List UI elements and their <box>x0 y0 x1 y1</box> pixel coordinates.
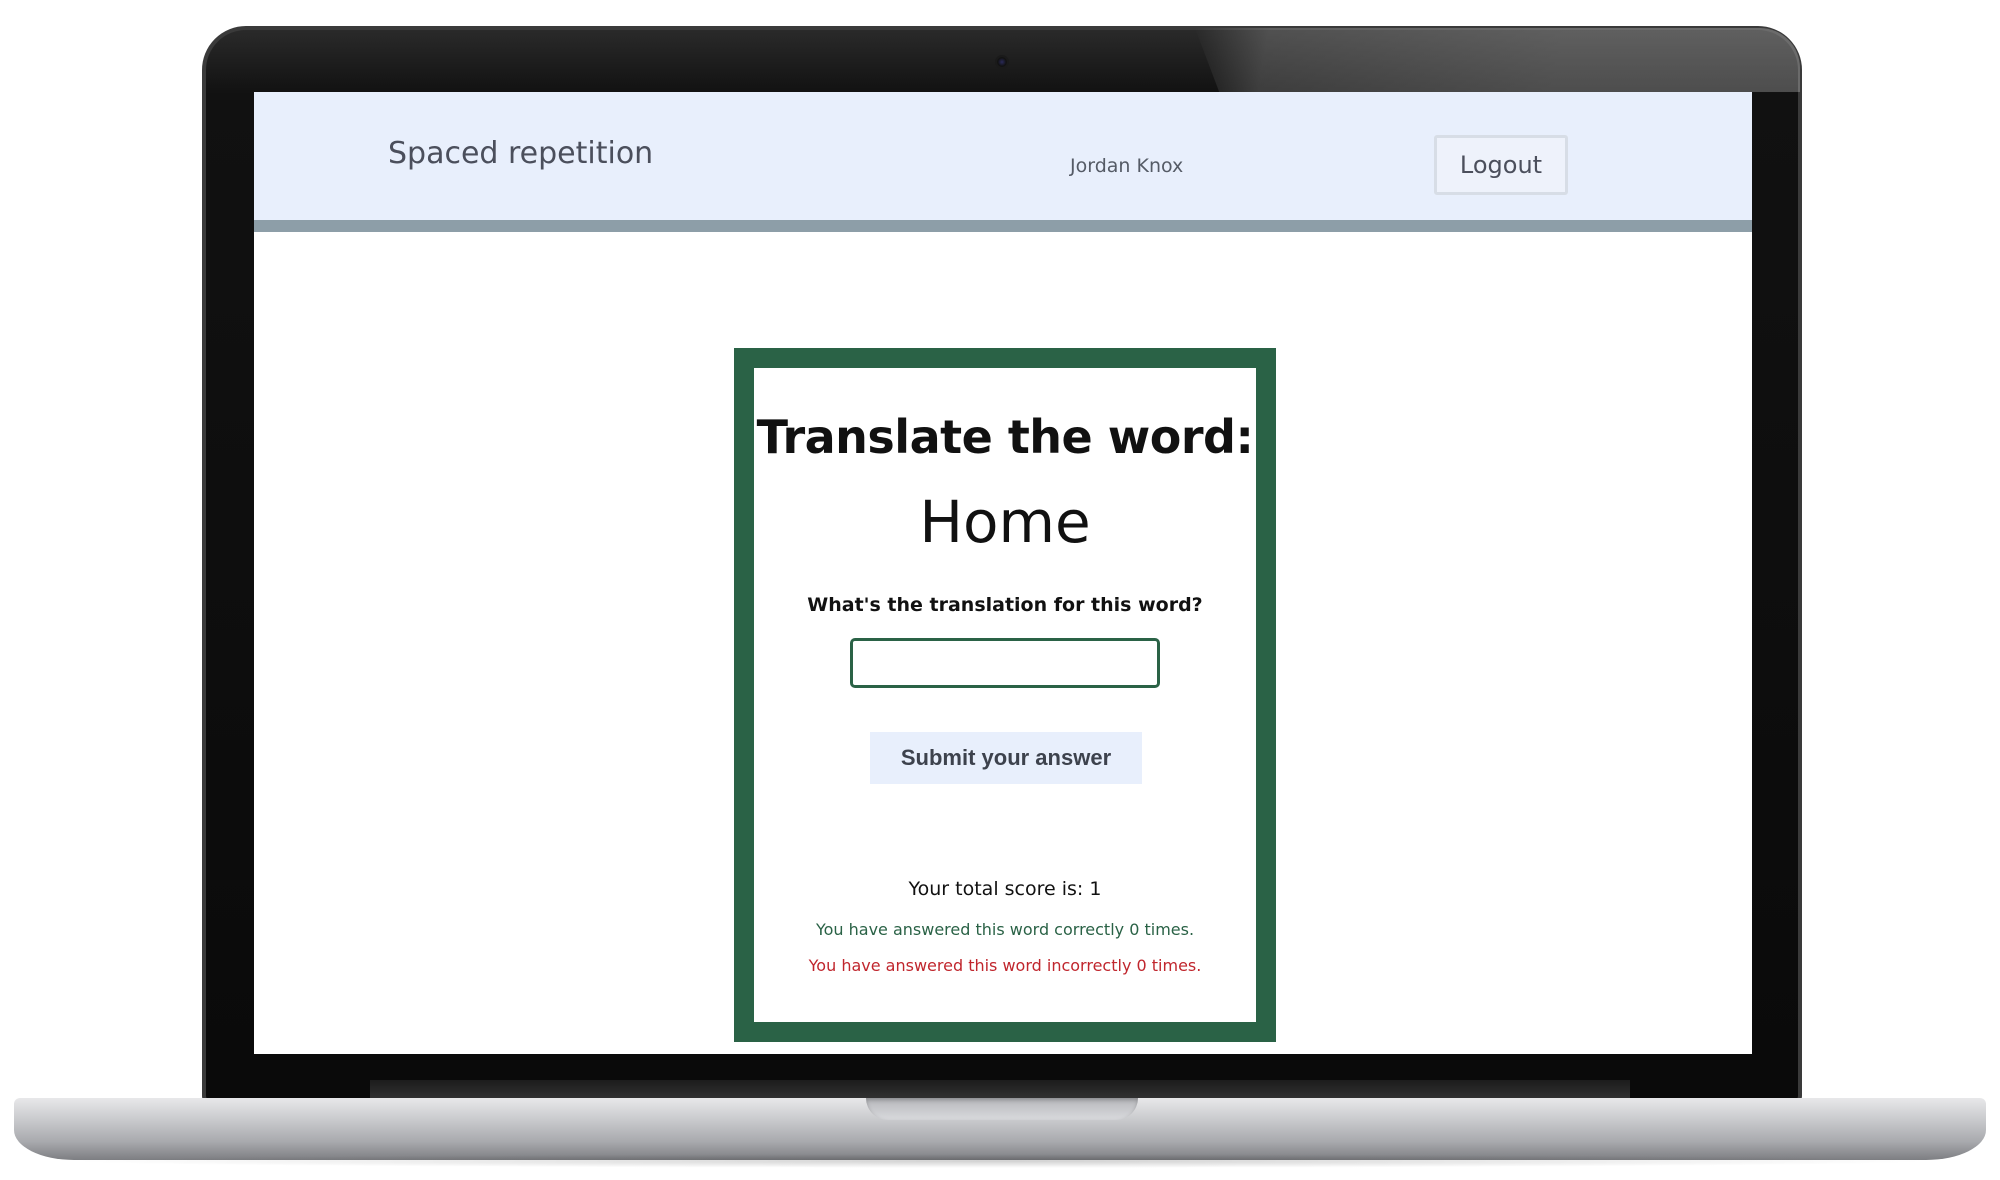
card-heading: Translate the word: <box>756 410 1254 464</box>
total-score: Your total score is: 1 <box>908 878 1102 900</box>
answer-input[interactable] <box>850 638 1160 688</box>
answer-label: What's the translation for this word? <box>807 594 1203 616</box>
learning-card: Translate the word: Home What's the tran… <box>734 348 1276 1042</box>
app-header: Spaced repetition Jordan Knox Logout <box>254 92 1752 220</box>
header-divider <box>254 220 1752 232</box>
correct-count: You have answered this word correctly 0 … <box>815 920 1195 939</box>
laptop-hinge <box>370 1080 1630 1100</box>
word-to-translate: Home <box>919 488 1091 556</box>
incorrect-count: You have answered this word incorrectly … <box>808 956 1202 975</box>
laptop-shadow <box>60 1154 1940 1168</box>
user-name: Jordan Knox <box>1070 155 1184 177</box>
app-title[interactable]: Spaced repetition <box>388 136 653 171</box>
logout-button[interactable]: Logout <box>1434 135 1568 195</box>
laptop-screen: Spaced repetition Jordan Knox Logout Tra… <box>254 92 1752 1054</box>
lid-glare <box>1195 28 1800 92</box>
laptop-notch <box>866 1098 1138 1120</box>
submit-answer-button[interactable]: Submit your answer <box>870 732 1142 784</box>
webcam-icon <box>995 55 1009 69</box>
